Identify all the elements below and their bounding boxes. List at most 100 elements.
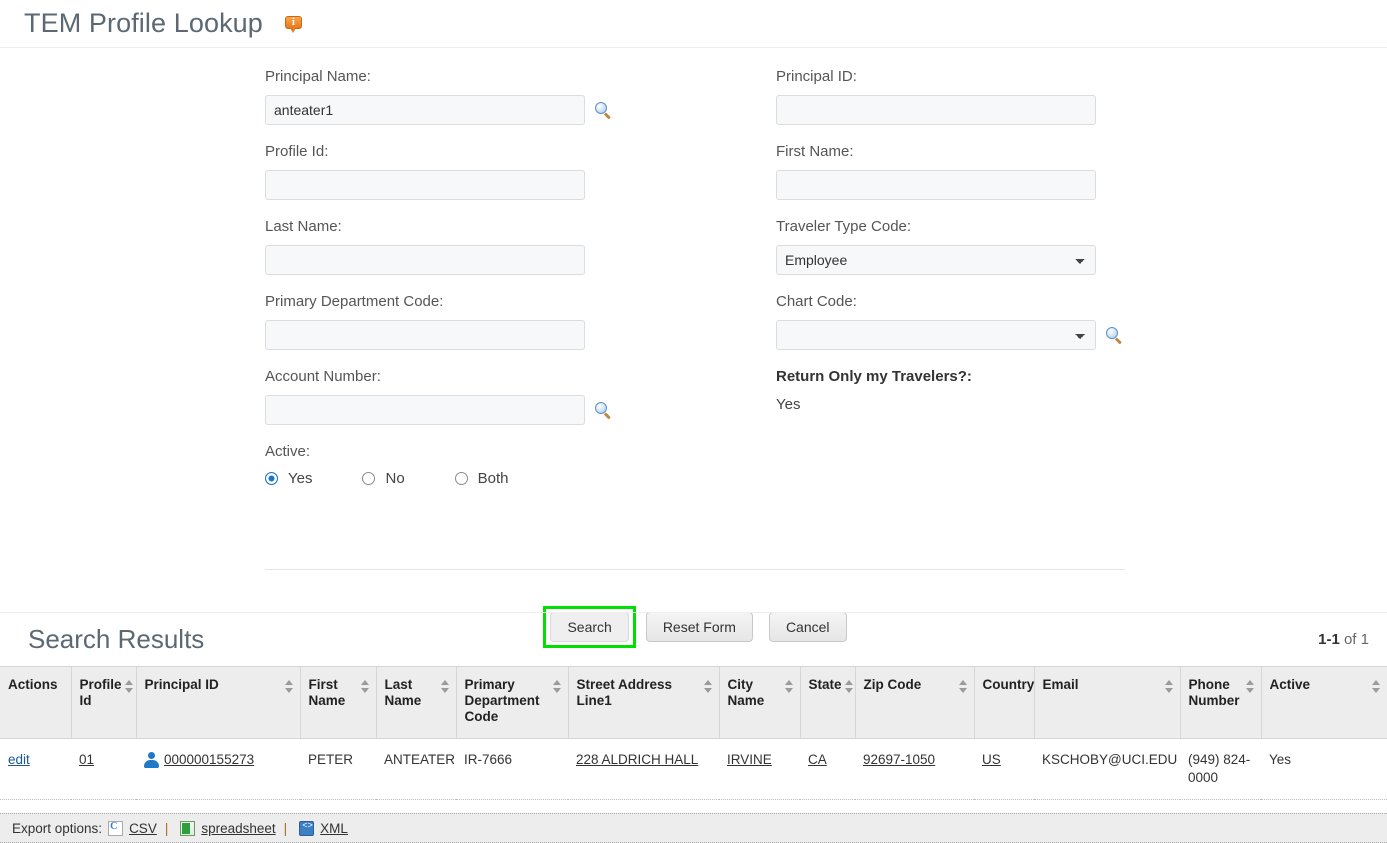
field-first-name: First Name: [776,141,1196,200]
radio-active-both[interactable]: Both [454,470,509,487]
csv-icon[interactable] [108,820,124,836]
cell-state: CA [800,738,855,800]
info-bubble-glyph: i [291,15,295,28]
sort-icon[interactable] [844,680,853,694]
radio-active-no[interactable]: No [362,470,405,487]
account-number-input[interactable] [265,395,585,425]
principal-id-input[interactable] [776,95,1096,125]
last-name-input[interactable] [265,245,585,275]
radio-active-yes-dot[interactable] [265,472,278,485]
cell-street-address-line1: 228 ALDRICH HALL [568,738,719,800]
principal-name-input[interactable] [265,95,585,125]
magnifier-handle [604,111,611,119]
traveler-type-code-select[interactable]: Employee [776,245,1096,275]
column-header-principal-id[interactable]: Principal ID [136,666,301,739]
results-table-header-row: Actions Profile Id Principal ID First Na… [0,666,1387,739]
label-profile-id: Profile Id: [265,143,329,160]
radio-active-no-label: No [385,470,405,487]
radio-active-yes-label: Yes [288,470,313,487]
chart-code-lookup-icon[interactable] [1106,326,1123,344]
spreadsheet-icon[interactable] [180,820,196,836]
sort-icon[interactable] [1245,680,1254,694]
sort-icon[interactable] [440,680,449,694]
radio-active-yes[interactable]: Yes [265,470,312,487]
export-separator-2: | [283,820,288,836]
sort-icon[interactable] [784,680,793,694]
info-bubble-icon[interactable]: i [284,15,302,33]
column-header-actions[interactable]: Actions [0,666,72,739]
column-header-primary-department-code-label: Primary Department Code [464,677,540,724]
column-header-profile-id[interactable]: Profile Id [71,666,137,739]
sort-icon[interactable] [552,680,561,694]
sort-icon[interactable] [360,680,369,694]
chart-code-select[interactable] [776,320,1096,350]
column-header-active[interactable]: Active [1261,666,1387,739]
export-csv-link[interactable]: CSV [129,821,157,836]
column-header-state[interactable]: State [800,666,856,739]
label-primary-department-code: Primary Department Code: [265,293,444,310]
person-icon-body [144,760,159,768]
sort-icon[interactable] [284,680,293,694]
street-address-link[interactable]: 228 ALDRICH HALL [576,752,698,767]
column-header-country[interactable]: Country [974,666,1046,739]
column-header-city-name-label: City Name [727,677,765,708]
column-header-street-address-line1[interactable]: Street Address Line1 [568,666,720,739]
search-results-section: Search Results 1-1 of 1 Actions Profile … [0,612,1387,800]
state-link[interactable]: CA [808,752,827,767]
zip-code-link[interactable]: 92697-1050 [863,752,935,767]
cell-email: KSCHOBY@UCI.EDU [1034,738,1180,800]
column-header-primary-department-code[interactable]: Primary Department Code [456,666,569,739]
pagination: 1-1 of 1 [1318,613,1369,666]
column-header-active-label: Active [1269,677,1311,692]
principal-name-lookup-icon[interactable] [595,101,612,119]
export-options-label: Export options: [12,820,103,836]
column-header-city-name[interactable]: City Name [719,666,801,739]
column-header-street-address-line1-label: Street Address Line1 [576,677,673,708]
label-principal-id: Principal ID: [776,68,857,85]
column-header-state-label: State [808,677,842,692]
primary-department-code-input[interactable] [265,320,585,350]
export-xml-link[interactable]: XML [320,821,348,836]
xml-icon[interactable] [299,820,315,836]
field-principal-name: Principal Name: [265,66,765,125]
sort-icon[interactable] [1371,680,1380,694]
cell-actions: edit [0,738,71,800]
field-principal-id: Principal ID: [776,66,1196,125]
cell-principal-id: 000000155273 [136,738,300,800]
column-header-last-name[interactable]: Last Name [376,666,457,739]
field-traveler-type-code: Traveler Type Code: Employee [776,216,1196,275]
sort-icon[interactable] [703,680,712,694]
city-name-link[interactable]: IRVINE [727,752,772,767]
profile-id-link[interactable]: 01 [79,752,94,767]
account-number-lookup-icon[interactable] [595,401,612,419]
magnifier-handle [604,411,611,419]
page-title: TEM Profile Lookup [24,8,263,38]
column-header-profile-id-label: Profile Id [79,677,122,708]
sort-icon[interactable] [958,680,967,694]
radio-active-no-dot[interactable] [362,472,376,485]
label-account-number: Account Number: [265,368,381,385]
sort-icon[interactable] [124,680,133,694]
sort-icon[interactable] [1164,680,1173,694]
country-link[interactable]: US [982,752,1001,767]
edit-link[interactable]: edit [8,752,30,767]
radio-active-both-dot[interactable] [454,472,468,485]
magnifier-handle [1115,336,1122,344]
export-spreadsheet-link[interactable]: spreadsheet [201,821,275,836]
field-profile-id: Profile Id: [265,141,765,200]
label-active: Active: [265,443,311,460]
table-row: edit 01 000000155273 PETER ANTEATER IR-7… [0,738,1387,800]
column-header-email[interactable]: Email [1034,666,1181,739]
lookup-form: Principal Name: Profile Id: Last Name: P [0,48,1387,648]
cell-active: Yes [1261,738,1387,800]
column-header-zip-code[interactable]: Zip Code [855,666,975,739]
first-name-input[interactable] [776,170,1096,200]
principal-id-link[interactable]: 000000155273 [164,751,254,769]
column-header-phone-number[interactable]: Phone Number [1180,666,1262,739]
label-return-only-my-travelers: Return Only my Travelers?: [776,368,972,385]
person-icon[interactable] [144,752,159,768]
form-right-column: Principal ID: First Name: Traveler Type … [776,66,1196,431]
profile-id-input[interactable] [265,170,585,200]
column-header-first-name[interactable]: First Name [300,666,377,739]
label-first-name: First Name: [776,143,854,160]
